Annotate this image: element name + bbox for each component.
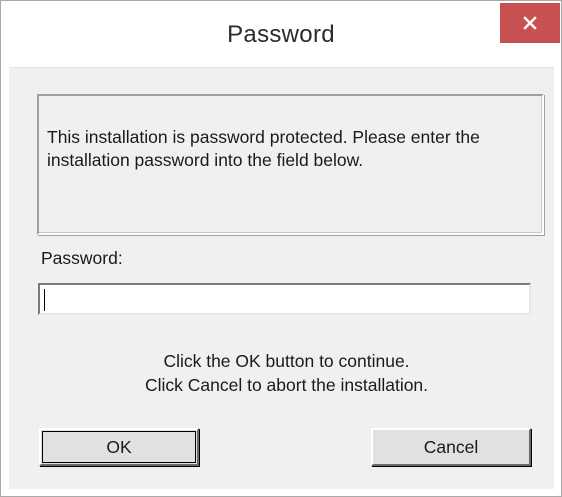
title-bar[interactable]: Password — [1, 1, 561, 67]
message-panel: This installation is password protected.… — [37, 94, 544, 235]
instruction-continue: Click the OK button to continue. — [163, 351, 410, 371]
text-caret — [44, 289, 45, 311]
instruction-abort: Click Cancel to abort the installation. — [144, 375, 429, 395]
password-dialog: Password This installation is password p… — [0, 0, 562, 497]
message-text: This installation is password protected.… — [47, 127, 480, 170]
ok-button[interactable]: OK — [39, 428, 199, 466]
window-title: Password — [227, 21, 335, 48]
cancel-button[interactable]: Cancel — [371, 428, 531, 466]
close-icon — [523, 16, 537, 30]
password-input[interactable] — [38, 283, 531, 315]
password-label: Password: — [41, 248, 123, 268]
dialog-body: This installation is password protected.… — [9, 67, 554, 489]
close-button[interactable] — [500, 3, 560, 43]
